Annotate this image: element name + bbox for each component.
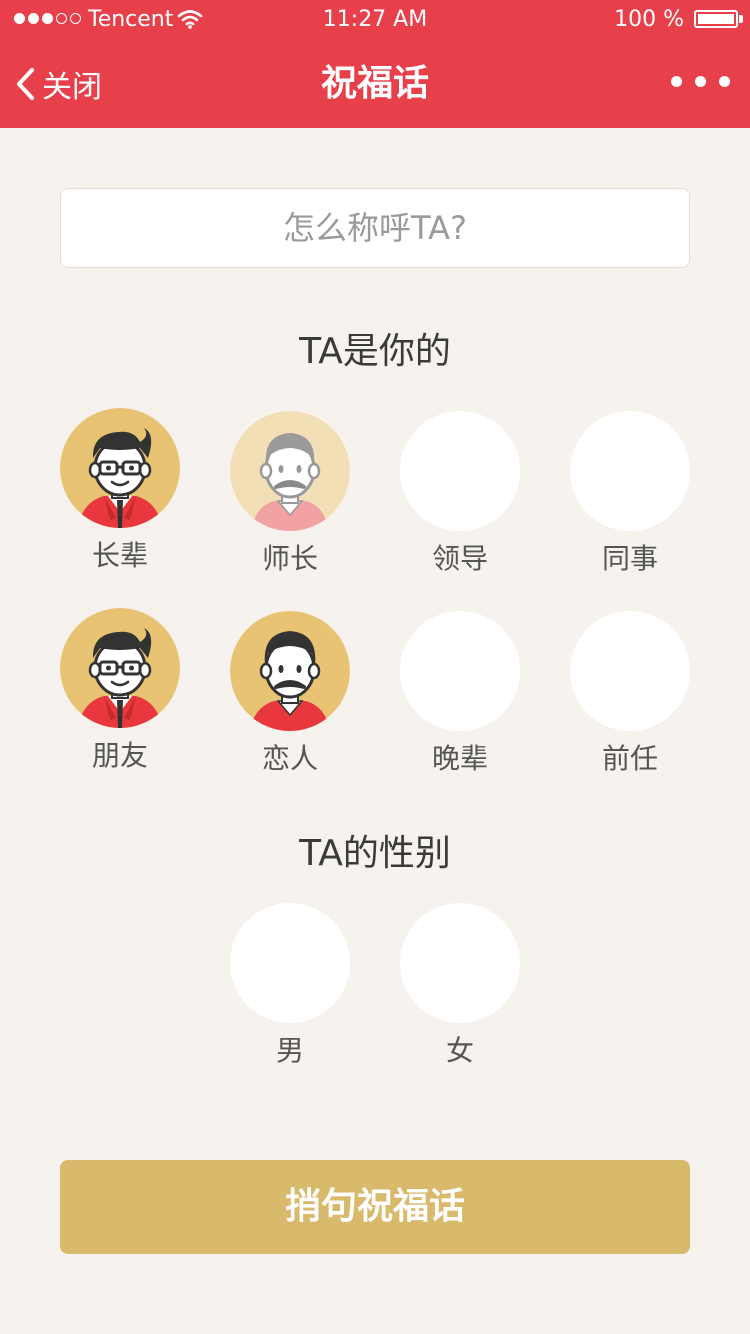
relation-option-lover[interactable]: 恋人 [225, 611, 355, 777]
page-title: 祝福话 [320, 63, 429, 104]
top-bar: Tencent 11:27 AM 100 % 关闭 祝福话 [0, 0, 750, 128]
relation-option-friend[interactable]: 朋友 [55, 608, 185, 774]
mustache-man-avatar [230, 611, 350, 731]
relation-label: 前任 [601, 742, 658, 775]
navigation-bar: 关闭 祝福话 [0, 40, 750, 128]
empty-avatar-circle [570, 611, 690, 731]
gender-option-male[interactable]: 男 [225, 903, 355, 1069]
gender-option-female[interactable]: 女 [395, 903, 525, 1069]
battery-tip [739, 15, 743, 23]
gender-label: 女 [445, 1034, 474, 1067]
relation-label: 朋友 [91, 739, 148, 772]
empty-avatar-circle [400, 903, 520, 1023]
glasses-man-avatar [60, 408, 180, 528]
more-menu-button[interactable] [671, 76, 730, 87]
relation-label: 领导 [431, 542, 488, 575]
send-blessing-button[interactable]: 捎句祝福话 [60, 1160, 690, 1254]
glasses-man-avatar [60, 608, 180, 728]
relation-label: 长辈 [91, 539, 148, 572]
empty-avatar-circle [400, 611, 520, 731]
gender-label: 男 [275, 1034, 304, 1067]
gender-section-title: TA的性别 [299, 833, 451, 874]
empty-avatar-circle [230, 903, 350, 1023]
battery-percent: 100 % [614, 7, 684, 32]
relation-label: 恋人 [261, 742, 318, 775]
relation-option-ex[interactable]: 前任 [565, 611, 695, 777]
relation-option-teacher[interactable]: 师长 [225, 411, 355, 577]
relation-option-junior[interactable]: 晚辈 [395, 611, 525, 777]
battery-icon [694, 10, 738, 28]
relation-option-leader[interactable]: 领导 [395, 411, 525, 577]
relation-section-title: TA是你的 [299, 331, 451, 372]
empty-avatar-circle [570, 411, 690, 531]
relation-label: 晚辈 [431, 742, 488, 775]
status-bar: Tencent 11:27 AM 100 % [0, 0, 750, 40]
relation-option-colleague[interactable]: 同事 [565, 411, 695, 577]
empty-avatar-circle [400, 411, 520, 531]
name-input[interactable] [60, 188, 690, 268]
relation-label: 同事 [601, 542, 658, 575]
relation-option-elder[interactable]: 长辈 [55, 408, 185, 574]
ellipsis-icon [671, 76, 682, 87]
mustache-gray-man-avatar [230, 411, 350, 531]
relation-label: 师长 [261, 542, 318, 575]
